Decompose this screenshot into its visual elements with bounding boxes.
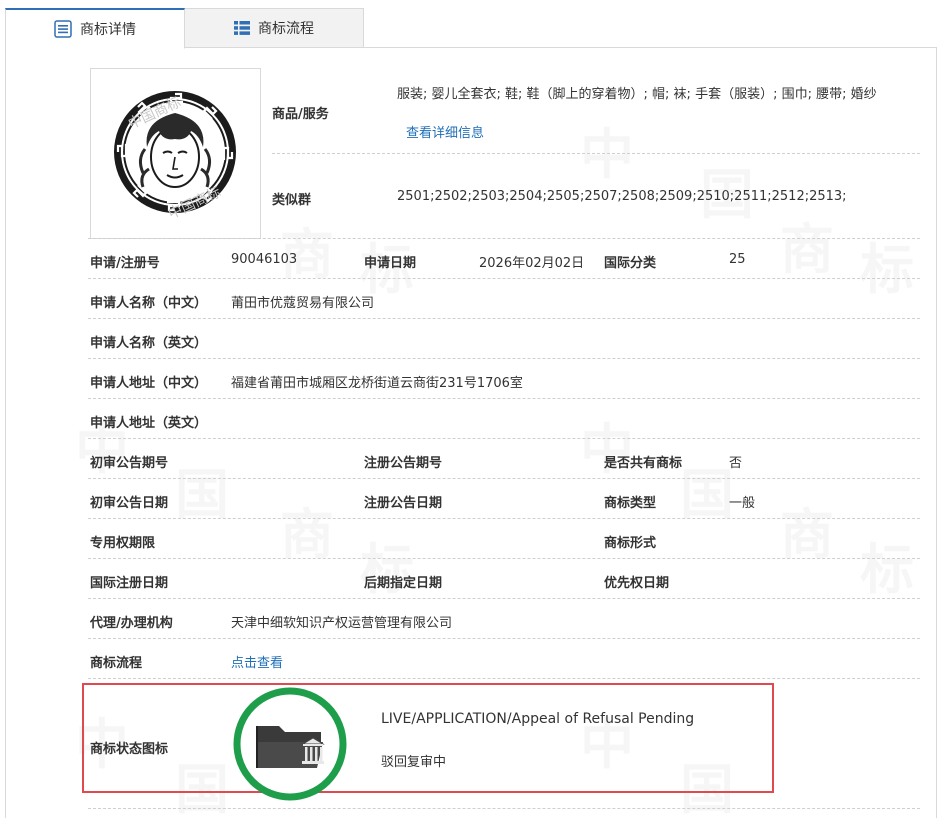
reg-pub-no-label: 注册公告期号 bbox=[364, 456, 443, 471]
tab-label: 商标流程 bbox=[258, 21, 314, 37]
divider bbox=[88, 238, 920, 239]
type-label: 商标类型 bbox=[604, 496, 657, 511]
divider bbox=[88, 638, 920, 639]
agent-label: 代理/办理机构 bbox=[90, 616, 173, 631]
applicant-cn-label: 申请人名称（中文） bbox=[90, 296, 208, 311]
prelim-date-label: 初审公告日期 bbox=[90, 496, 169, 511]
status-label: 商标状态图标 bbox=[90, 742, 169, 757]
intl-reg-date-label: 国际注册日期 bbox=[90, 576, 169, 591]
divider bbox=[272, 153, 920, 154]
shared-label: 是否共有商标 bbox=[604, 456, 683, 471]
flow-label: 商标流程 bbox=[90, 656, 143, 671]
divider bbox=[88, 678, 920, 679]
goods-services-label: 商品/服务 bbox=[272, 107, 329, 122]
tab-label: 商标详情 bbox=[80, 22, 136, 38]
list-icon bbox=[54, 20, 72, 38]
divider bbox=[88, 598, 920, 599]
tab-trademark-process[interactable]: 商标流程 bbox=[185, 8, 364, 48]
exclusive-period-label: 专用权期限 bbox=[90, 536, 156, 551]
form-label: 商标形式 bbox=[604, 536, 657, 551]
divider bbox=[88, 398, 920, 399]
intl-class-value: 25 bbox=[729, 252, 746, 267]
divider bbox=[88, 558, 920, 559]
shared-value: 否 bbox=[729, 456, 743, 471]
divider bbox=[88, 438, 920, 439]
goods-services-value: 服装; 婴儿全套衣; 鞋; 鞋（脚上的穿着物）; 帽; 袜; 手套（服装）; 围… bbox=[397, 87, 877, 102]
divider bbox=[88, 318, 920, 319]
address-en-label: 申请人地址（英文） bbox=[90, 416, 208, 431]
later-date-label: 后期指定日期 bbox=[364, 576, 443, 591]
grid-list-icon bbox=[234, 21, 250, 35]
divider bbox=[88, 518, 920, 519]
status-en-text: LIVE/APPLICATION/Appeal of Refusal Pendi… bbox=[381, 711, 695, 727]
trademark-image[interactable]: 中国商标 中国商标 bbox=[90, 68, 261, 239]
apply-date-label: 申请日期 bbox=[364, 256, 417, 271]
tab-bar: 商标详情 商标流程 bbox=[5, 8, 937, 49]
divider bbox=[88, 278, 920, 279]
tab-trademark-details[interactable]: 商标详情 bbox=[5, 8, 185, 49]
applicant-en-label: 申请人名称（英文） bbox=[90, 336, 208, 351]
agent-value: 天津中细软知识产权运营管理有限公司 bbox=[231, 616, 453, 631]
intl-class-label: 国际分类 bbox=[604, 256, 657, 271]
type-value: 一般 bbox=[729, 496, 756, 511]
applicant-cn-value: 莆田市优蔻贸易有限公司 bbox=[231, 296, 375, 311]
prelim-no-label: 初审公告期号 bbox=[90, 456, 169, 471]
status-highlight-frame bbox=[82, 683, 774, 793]
similar-group-value: 2501;2502;2503;2504;2505;2507;2508;2509;… bbox=[397, 189, 847, 204]
apply-date-value: 2026年02月02日 bbox=[479, 256, 585, 271]
reg-pub-date-label: 注册公告日期 bbox=[364, 496, 443, 511]
address-cn-value: 福建省莆田市城厢区龙桥街道云商街231号1706室 bbox=[231, 376, 523, 391]
status-cn-text: 驳回复审中 bbox=[381, 755, 447, 770]
address-cn-label: 申请人地址（中文） bbox=[90, 376, 208, 391]
reg-no-label: 申请/注册号 bbox=[90, 256, 160, 271]
divider bbox=[88, 808, 920, 809]
flow-view-link[interactable]: 点击查看 bbox=[231, 652, 283, 671]
similar-group-label: 类似群 bbox=[272, 193, 312, 208]
priority-date-label: 优先权日期 bbox=[604, 576, 670, 591]
reg-no-value: 90046103 bbox=[231, 252, 298, 267]
folder-courthouse-icon bbox=[231, 686, 351, 806]
divider bbox=[88, 358, 920, 359]
view-details-link[interactable]: 查看详细信息 bbox=[406, 122, 484, 141]
divider bbox=[88, 478, 920, 479]
